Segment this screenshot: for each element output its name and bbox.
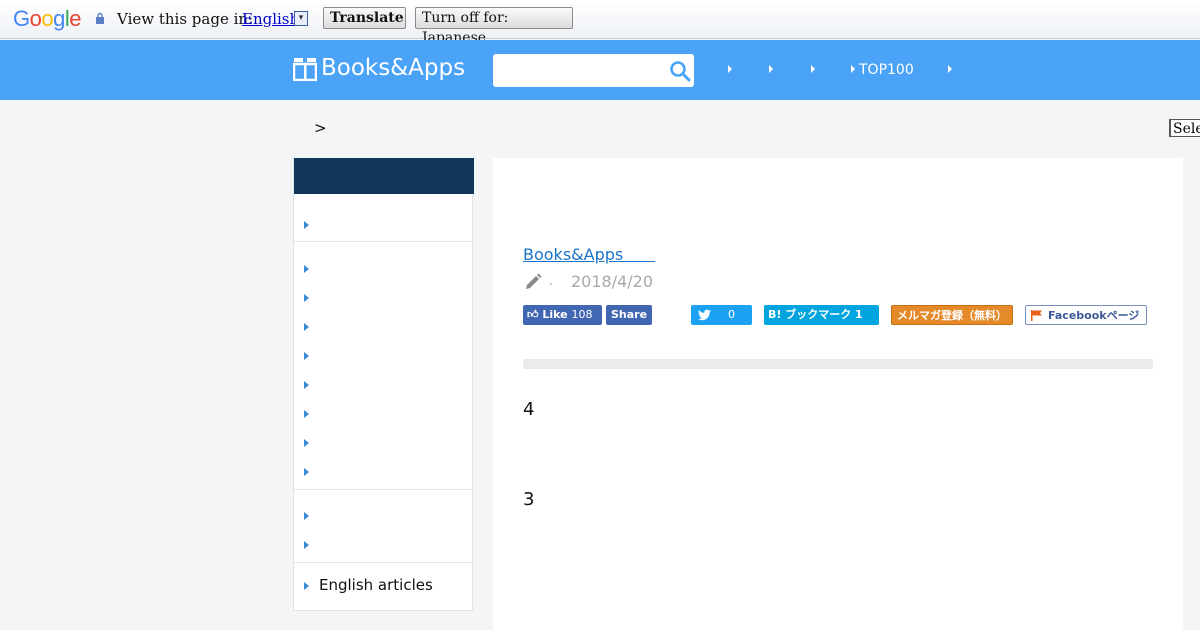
sidebar: English articles (293, 158, 474, 611)
article: Books&Apps . 2018/4/20 👍︎ Like 108 Share… (493, 158, 1183, 630)
arrow-icon (304, 581, 309, 590)
nav-arrow-icon (948, 65, 952, 73)
arrow-icon (304, 409, 309, 418)
newsletter-signup-button[interactable]: メルマガ登録（無料） (891, 305, 1013, 325)
body-heading: 4 (523, 399, 535, 420)
sidebar-item[interactable] (304, 404, 319, 420)
logo-text: Books&Apps (321, 55, 466, 81)
byline-dot: . (549, 274, 553, 288)
lock-icon (96, 12, 104, 24)
thumbs-up-icon: 👍︎ (527, 308, 539, 321)
nav-arrow-icon (728, 65, 732, 73)
sidebar-item[interactable] (304, 375, 319, 391)
publish-date: 2018/4/20 (571, 272, 654, 291)
arrow-icon (304, 380, 309, 389)
body-heading: 3 (523, 489, 535, 510)
sidebar-item-english-articles[interactable]: English articles (304, 576, 433, 594)
search-input[interactable] (493, 54, 694, 87)
tweet-count: 0 (728, 308, 735, 321)
sidebar-item[interactable] (304, 288, 319, 304)
book-logo-icon (293, 58, 317, 81)
arrow-icon (304, 264, 309, 273)
sidebar-item[interactable] (304, 346, 319, 362)
search-icon[interactable] (669, 60, 691, 82)
translate-bar: Google View this page in: English ▾ Tran… (0, 0, 1200, 46)
language-select[interactable]: Select Language (1169, 119, 1200, 137)
nav-item-2[interactable] (769, 62, 777, 78)
flag-icon (1031, 310, 1042, 321)
like-count: 108 (571, 308, 593, 321)
facebook-share-button[interactable]: Share (606, 305, 652, 325)
sidebar-item[interactable] (304, 317, 319, 333)
nav-item-3[interactable] (811, 62, 819, 78)
nav-item-5[interactable] (948, 62, 956, 78)
arrow-icon (304, 511, 309, 520)
hatena-bookmark-button[interactable]: B! ブックマーク 1 (764, 305, 879, 325)
arrow-icon (304, 351, 309, 360)
sidebar-header (294, 158, 474, 194)
sidebar-item[interactable] (304, 433, 319, 449)
nav-arrow-icon (851, 65, 855, 73)
google-logo: Google (13, 6, 82, 31)
facebook-like-button[interactable]: 👍︎ Like 108 (523, 305, 602, 325)
sidebar-divider (294, 489, 473, 490)
nav-item-1[interactable] (728, 62, 736, 78)
pencil-icon (526, 273, 542, 289)
arrow-icon (304, 438, 309, 447)
twitter-bird-icon (698, 309, 711, 321)
nav-arrow-icon (811, 65, 815, 73)
translate-button[interactable]: Translate (323, 7, 406, 29)
arrow-icon (304, 293, 309, 302)
breadcrumb[interactable]: > (314, 119, 327, 137)
arrow-icon (304, 540, 309, 549)
sidebar-item[interactable] (304, 535, 319, 551)
author-link[interactable]: Books&Apps (523, 241, 655, 265)
arrow-icon (304, 322, 309, 331)
sidebar-item[interactable] (304, 462, 319, 478)
sidebar-item[interactable] (304, 215, 319, 231)
language-link[interactable]: English (242, 10, 299, 28)
arrow-icon (304, 220, 309, 229)
turn-off-translation-button[interactable]: Turn off for: Japanese (415, 7, 573, 46)
section-divider-bar (523, 359, 1153, 369)
sidebar-item[interactable] (304, 259, 319, 275)
facebook-page-button[interactable]: Facebookページ (1025, 305, 1147, 325)
translate-prompt: View this page in: (117, 10, 254, 28)
sidebar-divider (294, 562, 473, 563)
site-header: Books&Apps TOP100 (0, 40, 1200, 100)
nav-arrow-icon (769, 65, 773, 73)
twitter-button[interactable]: 0 (691, 305, 752, 325)
arrow-icon (304, 467, 309, 476)
sidebar-item[interactable] (304, 506, 319, 522)
language-dropdown-icon[interactable]: ▾ (294, 11, 308, 26)
nav-item-top100[interactable]: TOP100 (851, 62, 914, 78)
sidebar-divider (294, 241, 473, 242)
